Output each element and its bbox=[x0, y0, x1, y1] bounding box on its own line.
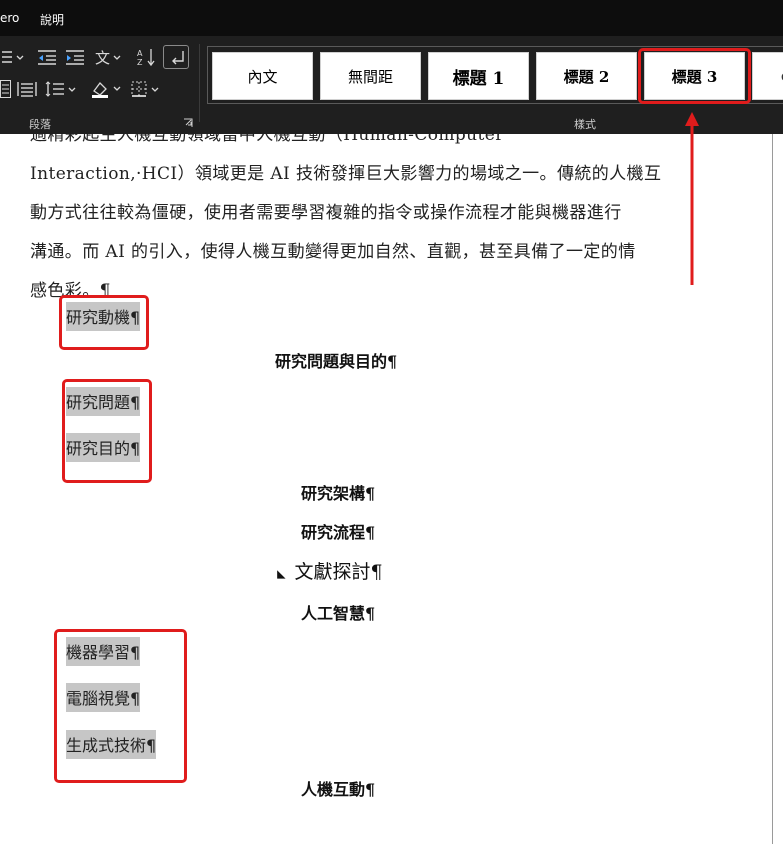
increase-indent-icon bbox=[66, 50, 84, 65]
body-line: 溝通。而 AI 的引入，使得人機互動變得更加自然、直觀，甚至具備了一定的情 bbox=[30, 242, 636, 262]
show-marks-button[interactable] bbox=[163, 45, 189, 69]
menu-bar: ero 說明 bbox=[0, 0, 783, 36]
heading-research-framework[interactable]: 研究架構¶ bbox=[301, 480, 375, 504]
style-heading-1-label: 標題 1 bbox=[452, 68, 505, 89]
style-heading-1[interactable]: 標題 1 bbox=[428, 52, 529, 100]
line-spacing-icon bbox=[45, 81, 76, 97]
body-paragraph: 過精彩起生人機互動領域當中人機互動（Human-Computer Interac… bbox=[30, 134, 662, 311]
dialog-launcher-icon bbox=[184, 118, 193, 127]
decrease-indent-button[interactable] bbox=[36, 46, 58, 68]
group-separator bbox=[199, 44, 200, 122]
style-normal-label: 內文 bbox=[247, 67, 278, 86]
paragraph-dialog-launcher[interactable] bbox=[183, 116, 195, 130]
menu-item-help[interactable]: 說明 bbox=[40, 11, 64, 28]
page-edge bbox=[772, 134, 773, 844]
numbering-icon bbox=[2, 51, 24, 63]
paragraph-group-label: 段落 bbox=[29, 118, 51, 131]
heading-research-process[interactable]: 研究流程¶ bbox=[301, 519, 375, 543]
collapse-triangle-icon[interactable]: ◢ bbox=[276, 570, 289, 578]
annotation-box-questions bbox=[62, 379, 152, 483]
shading-button[interactable] bbox=[90, 78, 124, 100]
body-line: 動方式往往較為僵硬，使用者需要學習複雜的指令或操作流程才能與機器進行 bbox=[30, 203, 622, 223]
increase-indent-button[interactable] bbox=[64, 46, 86, 68]
line-spacing-button[interactable] bbox=[44, 78, 78, 100]
style-normal[interactable]: 內文 bbox=[212, 52, 313, 100]
body-line: Interaction,·HCI）領域更是 AI 技術發揮巨大影響力的場域之一。… bbox=[30, 164, 662, 184]
annotation-box-heading3 bbox=[638, 48, 751, 104]
style-no-spacing-label: 無間距 bbox=[347, 67, 393, 86]
annotation-box-ai-subtopics bbox=[54, 629, 187, 783]
style-heading-2-label: 標題 2 bbox=[563, 67, 610, 86]
chinese-layout-button[interactable]: 文 bbox=[94, 46, 126, 68]
heading-questions-purpose[interactable]: 研究問題與目的¶ bbox=[275, 348, 397, 372]
menu-item-zotero[interactable]: ero bbox=[0, 11, 19, 25]
borders-button[interactable] bbox=[130, 78, 164, 100]
heading-artificial-intelligence[interactable]: 人工智慧¶ bbox=[301, 600, 375, 624]
body-line: 過精彩起生人機互動領域當中人機互動（Human-Computer bbox=[30, 134, 504, 145]
justify-icon bbox=[0, 80, 11, 98]
show-paragraph-marks-icon bbox=[172, 51, 184, 65]
borders-icon bbox=[131, 81, 159, 97]
numbering-button[interactable] bbox=[0, 46, 26, 68]
distributed-icon bbox=[17, 82, 37, 97]
chinese-layout-icon: 文 bbox=[95, 49, 121, 66]
style-next-partial[interactable]: α bbox=[752, 52, 783, 100]
style-heading-2[interactable]: 標題 2 bbox=[536, 52, 637, 100]
distributed-button[interactable] bbox=[16, 78, 38, 100]
decrease-indent-icon bbox=[38, 50, 56, 65]
heading-hci[interactable]: 人機互動¶ bbox=[301, 776, 375, 800]
shading-icon bbox=[92, 82, 121, 98]
heading-literature-review[interactable]: ◢ 文獻探討¶ bbox=[276, 557, 383, 584]
annotation-box-motivation bbox=[59, 295, 149, 350]
annotation-arrow-icon bbox=[685, 112, 699, 285]
svg-text:文: 文 bbox=[95, 49, 110, 66]
justify-button[interactable] bbox=[0, 78, 12, 100]
sort-button[interactable]: AZ bbox=[136, 46, 158, 68]
svg-text:A: A bbox=[137, 49, 143, 58]
style-no-spacing[interactable]: 無間距 bbox=[320, 52, 421, 100]
svg-text:Z: Z bbox=[137, 58, 143, 67]
styles-group-label: 樣式 bbox=[574, 118, 596, 131]
sort-icon: AZ bbox=[137, 49, 155, 67]
literature-review-label: 文獻探討¶ bbox=[294, 561, 383, 583]
